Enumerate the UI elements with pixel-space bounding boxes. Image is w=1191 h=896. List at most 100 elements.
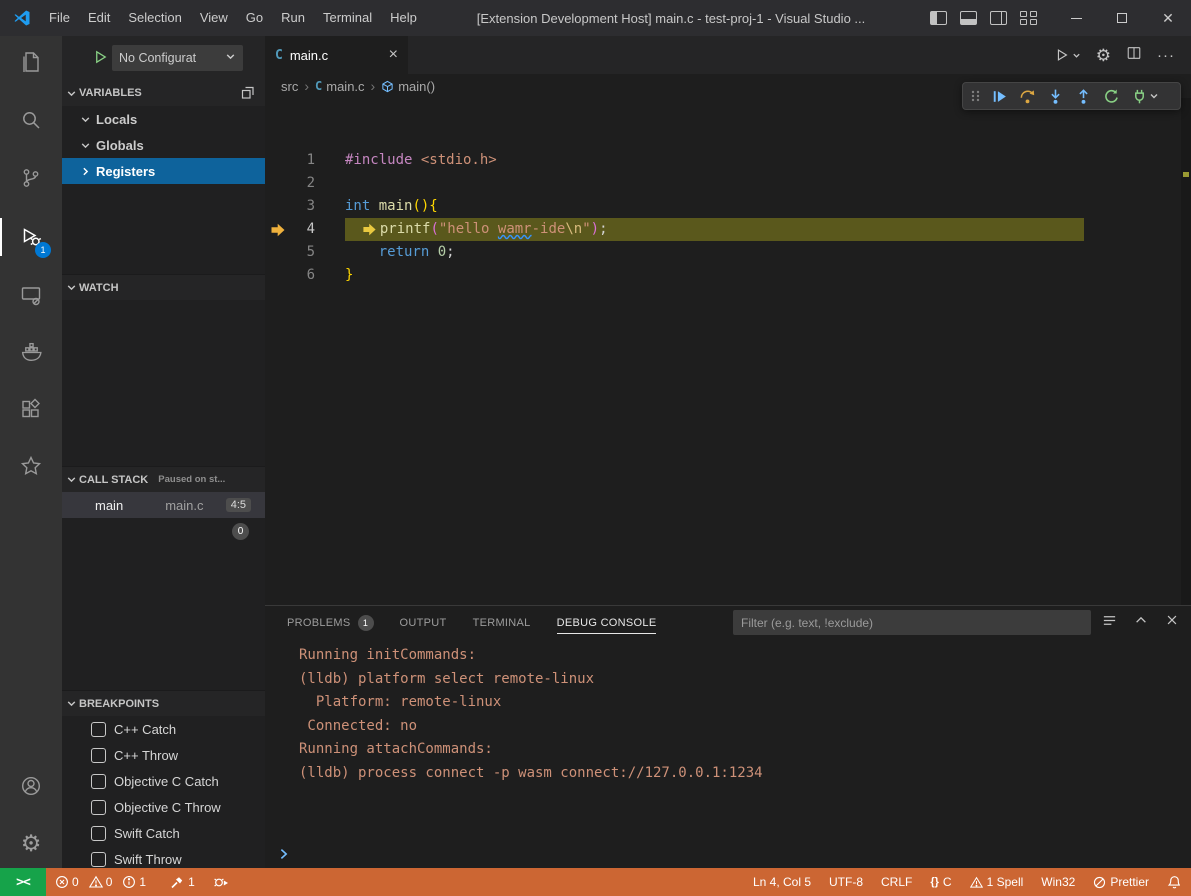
activity-remote-explorer[interactable] <box>0 271 62 319</box>
glyph-margin[interactable] <box>265 264 295 287</box>
variables-scope-locals[interactable]: Locals <box>62 106 265 132</box>
more-actions-icon[interactable]: ··· <box>1157 47 1175 64</box>
debug-session-dropdown-icon[interactable] <box>1147 83 1161 109</box>
maximize-button[interactable] <box>1099 0 1145 36</box>
activity-extensions[interactable] <box>0 385 62 433</box>
tab-output[interactable]: OUTPUT <box>400 606 447 639</box>
activity-docker[interactable] <box>0 328 62 376</box>
debug-status-item[interactable] <box>204 868 238 896</box>
step-over-button[interactable] <box>1013 83 1041 109</box>
menu-help[interactable]: Help <box>381 0 426 36</box>
run-file-button[interactable] <box>1054 47 1081 63</box>
console-menu-icon[interactable] <box>1102 613 1117 633</box>
breadcrumb-file[interactable]: C main.c <box>315 79 365 94</box>
remote-indicator[interactable]: >< <box>0 868 46 896</box>
activity-source-control[interactable] <box>0 154 62 202</box>
breakpoints-section-header[interactable]: BREAKPOINTS <box>62 690 265 716</box>
platform-item[interactable]: Win32 <box>1032 868 1084 896</box>
code-line-1[interactable]: 1#include <stdio.h> <box>265 149 1191 172</box>
toolbar-drag-handle[interactable] <box>967 83 985 109</box>
activity-settings[interactable]: ⚙ <box>0 819 62 867</box>
glyph-margin[interactable] <box>265 195 295 218</box>
code-editor[interactable]: 1#include <stdio.h>23int main(){4 printf… <box>265 98 1191 605</box>
toggle-sidebar-icon[interactable] <box>930 11 947 25</box>
menu-view[interactable]: View <box>191 0 237 36</box>
overview-ruler[interactable] <box>1181 98 1191 605</box>
cursor-position-item[interactable]: Ln 4, Col 5 <box>744 868 820 896</box>
variables-section-header[interactable]: VARIABLES <box>62 80 265 106</box>
formatter-item[interactable]: Prettier <box>1084 868 1158 896</box>
call-stack-frame[interactable]: main main.c 4:5 <box>62 492 265 518</box>
toggle-panel-icon[interactable] <box>960 11 977 25</box>
code-line-3[interactable]: 3int main(){ <box>265 195 1191 218</box>
menu-selection[interactable]: Selection <box>119 0 190 36</box>
glyph-margin[interactable] <box>265 218 295 241</box>
variables-scope-registers[interactable]: Registers <box>62 158 265 184</box>
eol-item[interactable]: CRLF <box>872 868 921 896</box>
menu-go[interactable]: Go <box>237 0 272 36</box>
code-line-6[interactable]: 6} <box>265 264 1191 287</box>
activity-explorer[interactable] <box>0 38 62 86</box>
tab-close-icon[interactable]: × <box>389 47 398 63</box>
tab-problems[interactable]: PROBLEMS 1 <box>287 606 374 639</box>
breakpoint-item[interactable]: Swift Catch <box>62 820 265 846</box>
glyph-margin[interactable] <box>265 241 295 264</box>
glyph-margin[interactable] <box>265 149 295 172</box>
step-out-button[interactable] <box>1069 83 1097 109</box>
console-filter-input[interactable] <box>733 610 1091 635</box>
customize-layout-icon[interactable] <box>1020 11 1037 25</box>
close-panel-icon[interactable] <box>1165 613 1179 632</box>
console-prompt[interactable] <box>277 847 291 861</box>
breakpoint-item[interactable]: C++ Catch <box>62 716 265 742</box>
code-line-5[interactable]: 5 return 0; <box>265 241 1191 264</box>
spell-checker-item[interactable]: 1 Spell <box>961 868 1033 896</box>
tab-debug-console[interactable]: DEBUG CONSOLE <box>557 606 657 639</box>
breakpoint-checkbox[interactable] <box>91 852 106 867</box>
menu-file[interactable]: File <box>40 0 79 36</box>
activity-favorites[interactable] <box>0 442 62 490</box>
breadcrumb-symbol[interactable]: main() <box>381 79 435 94</box>
continue-button[interactable] <box>985 83 1013 109</box>
settings-gear-icon[interactable]: ⚙ <box>1096 47 1111 64</box>
activity-accounts[interactable] <box>0 762 62 810</box>
breakpoint-checkbox[interactable] <box>91 748 106 763</box>
restart-button[interactable] <box>1097 83 1125 109</box>
breakpoint-checkbox[interactable] <box>91 826 106 841</box>
menu-terminal[interactable]: Terminal <box>314 0 381 36</box>
variables-scope-globals[interactable]: Globals <box>62 132 265 158</box>
breakpoint-checkbox[interactable] <box>91 800 106 815</box>
tab-main-c[interactable]: C main.c × <box>265 36 408 74</box>
activity-run-debug[interactable]: 1 <box>0 213 62 261</box>
split-editor-icon[interactable] <box>1126 45 1142 66</box>
code-line-4[interactable]: 4 printf("hello wamr-ide\n"); <box>265 218 1191 241</box>
menu-edit[interactable]: Edit <box>79 0 119 36</box>
debug-configuration-dropdown[interactable]: No Configurat <box>112 45 243 71</box>
tools-status-item[interactable]: 1 <box>161 868 204 896</box>
menu-run[interactable]: Run <box>272 0 314 36</box>
activity-search[interactable] <box>0 96 62 144</box>
breakpoint-checkbox[interactable] <box>91 774 106 789</box>
language-mode-item[interactable]: {} C <box>921 868 960 896</box>
start-debug-button[interactable] <box>93 49 108 68</box>
encoding-item[interactable]: UTF-8 <box>820 868 872 896</box>
breakpoint-item[interactable]: Objective C Catch <box>62 768 265 794</box>
step-into-button[interactable] <box>1041 83 1069 109</box>
watch-section-header[interactable]: WATCH <box>62 274 265 300</box>
collapse-all-icon[interactable] <box>241 86 255 100</box>
maximize-panel-icon[interactable] <box>1134 613 1148 632</box>
debug-console[interactable]: Running initCommands:(lldb) platform sel… <box>265 639 1191 868</box>
close-button[interactable]: ✕ <box>1145 0 1191 36</box>
problems-status-item[interactable]: 0 0 1 <box>46 868 161 896</box>
breakpoint-item[interactable]: Objective C Throw <box>62 794 265 820</box>
breakpoint-checkbox[interactable] <box>91 722 106 737</box>
notifications-item[interactable] <box>1158 868 1191 896</box>
minimize-button[interactable] <box>1053 0 1099 36</box>
call-stack-section-header[interactable]: CALL STACK Paused on st... <box>62 466 265 492</box>
breakpoint-item[interactable]: C++ Throw <box>62 742 265 768</box>
breadcrumb-folder[interactable]: src <box>281 79 298 94</box>
code-line-2[interactable]: 2 <box>265 172 1191 195</box>
glyph-margin[interactable] <box>265 172 295 195</box>
tab-terminal[interactable]: TERMINAL <box>473 606 531 639</box>
toggle-secondary-sidebar-icon[interactable] <box>990 11 1007 25</box>
breakpoint-item[interactable]: Swift Throw <box>62 846 265 868</box>
